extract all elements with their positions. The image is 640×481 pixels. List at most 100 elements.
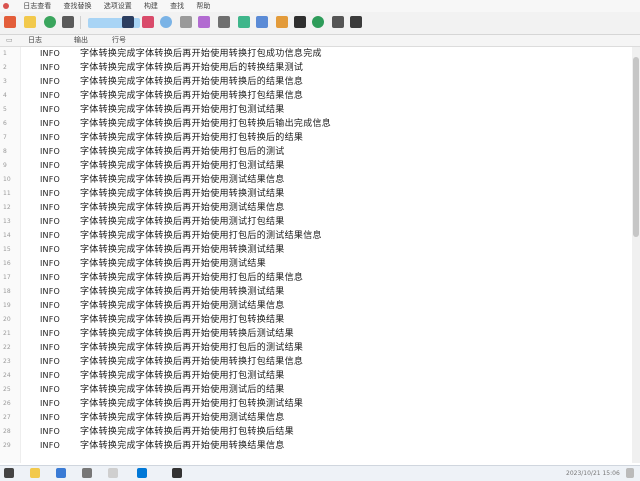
log-level: INFO [40,343,61,352]
globe-icon[interactable] [160,16,172,28]
log-message: 字体转换完成字体转换后再开始使用转换结果信息 [80,441,285,451]
palette-icon[interactable] [198,16,210,28]
log-level: INFO [40,175,61,184]
log-level: INFO [40,259,61,268]
log-row[interactable]: 7 INFO 字体转换完成字体转换后再开始使用打包转换后的结果 [0,131,632,145]
log-message: 字体转换完成字体转换后再开始使用转换测试结果 [80,189,285,199]
grid-icon[interactable] [350,16,362,28]
scroll-thumb[interactable] [633,57,639,237]
folder-icon[interactable] [30,468,40,478]
export-icon[interactable] [276,16,288,28]
log-row[interactable]: 9 INFO 字体转换完成字体转换后再开始使用打包测试结果 [0,159,632,173]
log-row[interactable]: 5 INFO 字体转换完成字体转换后再开始使用打包测试结果 [0,103,632,117]
terminal-icon[interactable] [122,16,134,28]
image-icon[interactable] [294,16,306,28]
log-row[interactable]: 22 INFO 字体转换完成字体转换后再开始使用打包后的测试结果 [0,341,632,355]
log-level: INFO [40,385,61,394]
toolbar [0,12,640,35]
log-row[interactable]: 15 INFO 字体转换完成字体转换后再开始使用转换测试结果 [0,243,632,257]
menu-item[interactable]: 帮助 [196,0,210,12]
filter-icon[interactable] [180,16,192,28]
menu-item[interactable]: 查找替换 [63,0,91,12]
log-message: 字体转换完成字体转换后再开始使用打包后的结果信息 [80,273,304,283]
log-row[interactable]: 20 INFO 字体转换完成字体转换后再开始使用打包转换结果 [0,313,632,327]
terminal-icon[interactable] [82,468,92,478]
active-app-icon[interactable] [137,468,147,478]
log-row[interactable]: 16 INFO 字体转换完成字体转换后再开始使用测试结果 [0,257,632,271]
log-row[interactable]: 4 INFO 字体转换完成字体转换后再开始使用转换打包结果信息 [0,89,632,103]
log-level: INFO [40,245,61,254]
log-message: 字体转换完成字体转换后再开始使用打包后的测试 [80,147,285,157]
log-level: INFO [40,217,61,226]
log-level: INFO [40,427,61,436]
log-row[interactable]: 18 INFO 字体转换完成字体转换后再开始使用转换测试结果 [0,285,632,299]
log-level: INFO [40,147,61,156]
tag-icon[interactable] [238,16,250,28]
refresh-icon[interactable] [44,16,56,28]
menu-bar: 日志查看 查找替换 选项设置 构建 查找 帮助 [0,0,640,12]
log-row[interactable]: 27 INFO 字体转换完成字体转换后再开始使用测试结果信息 [0,411,632,425]
log-level: INFO [40,301,61,310]
notification-icon[interactable] [626,468,634,478]
new-file-icon[interactable] [4,16,16,28]
log-row[interactable]: 10 INFO 字体转换完成字体转换后再开始使用测试结果信息 [0,173,632,187]
log-message: 字体转换完成字体转换后再开始使用打包后的测试结果信息 [80,231,322,241]
log-row[interactable]: 17 INFO 字体转换完成字体转换后再开始使用打包后的结果信息 [0,271,632,285]
settings-icon[interactable] [218,16,230,28]
open-folder-icon[interactable] [24,16,36,28]
log-level: INFO [40,413,61,422]
log-level: INFO [40,133,61,142]
log-level: INFO [40,329,61,338]
line-number: 10 [3,176,11,183]
log-row[interactable]: 29 INFO 字体转换完成字体转换后再开始使用转换结果信息 [0,439,632,453]
print-icon[interactable] [332,16,344,28]
vertical-scrollbar[interactable] [632,47,640,463]
line-number: 2 [3,64,7,71]
copy-icon[interactable] [62,16,74,28]
log-row[interactable]: 6 INFO 字体转换完成字体转换后再开始使用打包转换后输出完成信息 [0,117,632,131]
menu-item[interactable]: 选项设置 [104,0,132,12]
tab-output[interactable]: 输出 [74,35,88,46]
line-number: 23 [3,358,11,365]
line-number: 14 [3,232,11,239]
window-icon[interactable] [172,468,182,478]
line-number: 17 [3,274,11,281]
log-row[interactable]: 26 INFO 字体转换完成字体转换后再开始使用打包转换测试结果 [0,397,632,411]
menu-item[interactable]: 日志查看 [23,0,51,12]
log-row[interactable]: 13 INFO 字体转换完成字体转换后再开始使用测试打包结果 [0,215,632,229]
log-row[interactable]: 28 INFO 字体转换完成字体转换后再开始使用打包转换后结果 [0,425,632,439]
log-level: INFO [40,77,61,86]
log-row[interactable]: 21 INFO 字体转换完成字体转换后再开始使用转换后测试结果 [0,327,632,341]
log-row[interactable]: 24 INFO 字体转换完成字体转换后再开始使用打包测试结果 [0,369,632,383]
tab-prefix-icon: ▭ [6,36,13,44]
log-row[interactable]: 2 INFO 字体转换完成字体转换后再开始使用后的转换结果测试 [0,61,632,75]
log-row[interactable]: 8 INFO 字体转换完成字体转换后再开始使用打包后的测试 [0,145,632,159]
menu-item[interactable]: 查找 [170,0,184,12]
clock[interactable]: 2023/10/21 15:06 [566,468,620,479]
log-row[interactable]: 14 INFO 字体转换完成字体转换后再开始使用打包后的测试结果信息 [0,229,632,243]
browser-icon[interactable] [56,468,66,478]
menu-item[interactable]: 构建 [144,0,158,12]
tab-linenumber[interactable]: 行号 [112,35,126,46]
bookmark-icon[interactable] [142,16,154,28]
app-icon[interactable] [108,468,118,478]
toolbar-divider [80,16,81,29]
line-number: 25 [3,386,11,393]
log-row[interactable]: 3 INFO 字体转换完成字体转换后再开始使用转换后的结果信息 [0,75,632,89]
log-message: 字体转换完成字体转换后再开始使用打包转换后结果 [80,427,294,437]
run-icon[interactable] [312,16,324,28]
log-row[interactable]: 11 INFO 字体转换完成字体转换后再开始使用转换测试结果 [0,187,632,201]
log-level: INFO [40,231,61,240]
tab-log[interactable]: 日志 [28,35,42,46]
line-number: 22 [3,344,11,351]
chart-icon[interactable] [256,16,268,28]
log-row[interactable]: 1 INFO 字体转换完成字体转换后再开始使用转换打包成功信息完成 [0,47,632,61]
log-message: 字体转换完成字体转换后再开始使用转换后的结果信息 [80,77,304,87]
start-icon[interactable] [4,468,14,478]
log-row[interactable]: 23 INFO 字体转换完成字体转换后再开始使用转换打包结果信息 [0,355,632,369]
log-row[interactable]: 12 INFO 字体转换完成字体转换后再开始使用测试结果信息 [0,201,632,215]
log-row[interactable]: 25 INFO 字体转换完成字体转换后再开始使用测试后的结果 [0,383,632,397]
log-message: 字体转换完成字体转换后再开始使用测试结果 [80,259,267,269]
line-number: 9 [3,162,7,169]
log-row[interactable]: 19 INFO 字体转换完成字体转换后再开始使用测试结果信息 [0,299,632,313]
